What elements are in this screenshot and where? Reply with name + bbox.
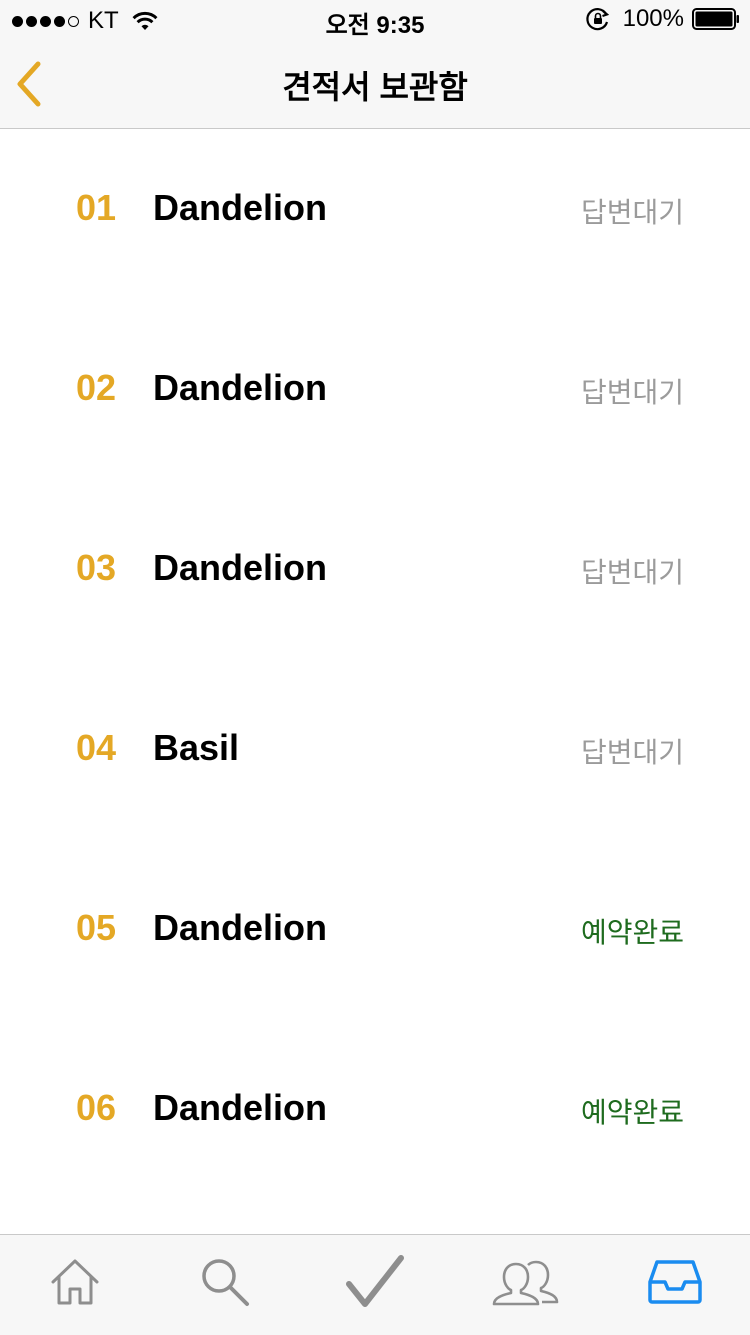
quote-name: Dandelion: [153, 187, 328, 228]
inbox-icon: [648, 1260, 702, 1304]
quote-number: 05: [76, 907, 117, 948]
battery-icon: [692, 8, 739, 30]
quote-number: 03: [76, 547, 117, 588]
quote-list: 01 Dandelion 답변대기 02 Dandelion 답변대기 03 D…: [0, 129, 750, 1209]
quote-row[interactable]: 06 Dandelion 예약완료: [0, 1029, 750, 1209]
quote-row[interactable]: 01 Dandelion 답변대기: [0, 129, 750, 309]
rotation-lock-icon: [585, 8, 609, 31]
search-icon: [202, 1259, 249, 1306]
quote-name: Basil: [153, 727, 240, 768]
quote-number: 06: [76, 1087, 117, 1128]
quote-name: Dandelion: [153, 367, 328, 408]
quote-status: 답변대기: [580, 377, 684, 408]
quote-row[interactable]: 03 Dandelion 답변대기: [0, 489, 750, 669]
quote-status: 예약완료: [580, 1097, 684, 1128]
page-title: 견적서 보관함: [282, 69, 468, 105]
quote-status: 답변대기: [580, 557, 684, 588]
status-right: 100%: [585, 5, 740, 33]
quote-number: 04: [76, 727, 117, 768]
quote-name: Dandelion: [153, 547, 328, 588]
quote-row[interactable]: 02 Dandelion 답변대기: [0, 309, 750, 489]
status-bar: KT 오전 9:35 100%: [0, 0, 750, 40]
quote-status: 예약완료: [580, 917, 684, 948]
home-icon: [51, 1259, 99, 1305]
quote-name: Dandelion: [153, 1087, 328, 1128]
tab-bar: [0, 1234, 750, 1335]
tab-inbox[interactable]: [635, 1247, 715, 1317]
checkmark-icon: [346, 1255, 404, 1307]
quote-number: 02: [76, 367, 117, 408]
tab-check[interactable]: [335, 1247, 415, 1317]
tab-people[interactable]: [485, 1247, 565, 1317]
quote-row[interactable]: 04 Basil 답변대기: [0, 669, 750, 849]
quote-name: Dandelion: [153, 907, 328, 948]
battery-percent: 100%: [622, 5, 684, 32]
tab-search[interactable]: [185, 1247, 265, 1317]
people-icon: [492, 1260, 559, 1306]
tab-home[interactable]: [35, 1247, 115, 1317]
quote-status: 답변대기: [580, 197, 684, 228]
navigation-bar: 견적서 보관함: [0, 40, 750, 129]
quote-number: 01: [76, 187, 117, 228]
quote-status: 답변대기: [580, 737, 684, 768]
quote-row[interactable]: 05 Dandelion 예약완료: [0, 849, 750, 1029]
